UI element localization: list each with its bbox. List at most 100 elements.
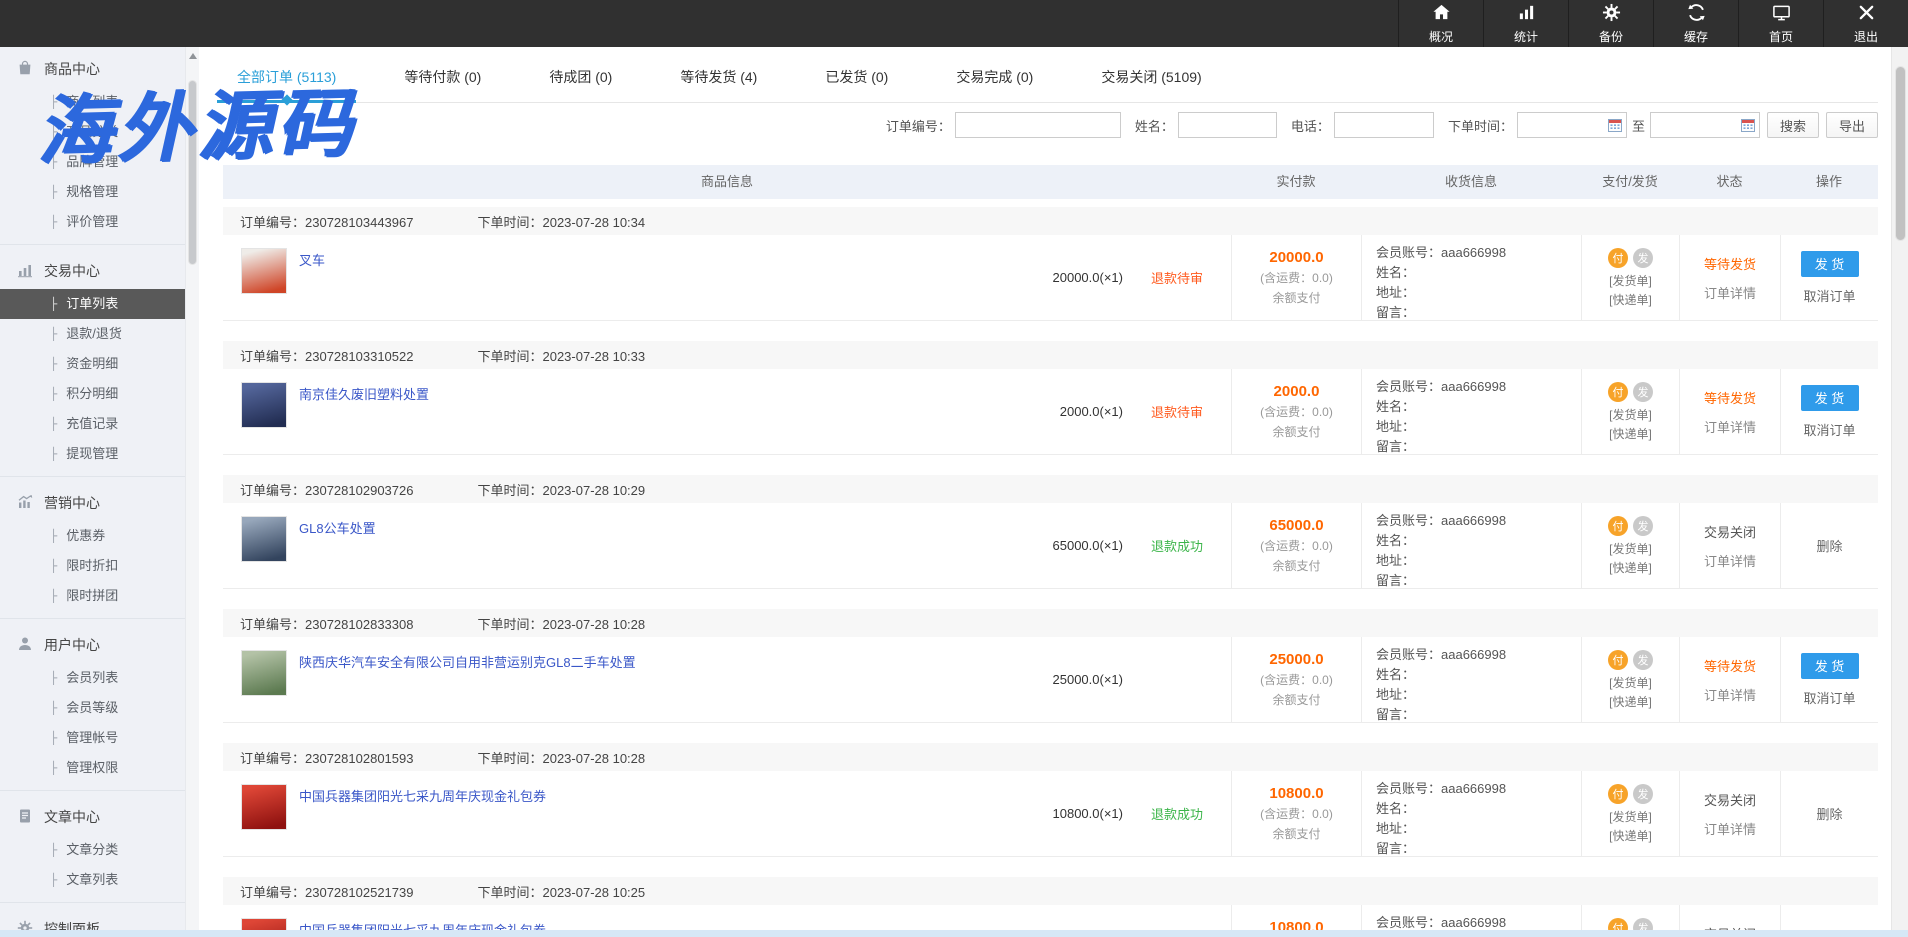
sidebar-scrollbar-thumb[interactable] xyxy=(188,80,197,265)
order-detail-link[interactable]: 订单详情 xyxy=(1704,551,1756,570)
tab-awaiting-payment[interactable]: 等待付款 (0) xyxy=(392,67,493,102)
express-link[interactable]: [快递单] xyxy=(1609,425,1652,442)
topbar-item-logout[interactable]: 退出 xyxy=(1823,0,1908,47)
order-detail-link[interactable]: 订单详情 xyxy=(1704,685,1756,704)
delete-order-link[interactable]: 删除 xyxy=(1816,536,1842,555)
sidebar-item-refund[interactable]: 退款/退货 xyxy=(0,319,185,349)
pay-method: 余额支付 xyxy=(1272,557,1320,574)
tab-shipped[interactable]: 已发货 (0) xyxy=(813,67,900,102)
tab-closed[interactable]: 交易关闭 (5109) xyxy=(1089,67,1213,102)
product-thumbnail[interactable] xyxy=(241,516,287,562)
sidebar-item-coupon[interactable]: 优惠券 xyxy=(0,521,185,551)
topbar-item-homepage[interactable]: 首页 xyxy=(1738,0,1823,47)
topbar-item-overview[interactable]: 概况 xyxy=(1398,0,1483,47)
topbar-item-label: 统计 xyxy=(1514,28,1538,45)
cancel-order-link[interactable]: 取消订单 xyxy=(1803,286,1855,305)
sidebar-item-admin-account[interactable]: 管理帐号 xyxy=(0,723,185,753)
marketing-icon xyxy=(17,494,44,513)
sidebar-item-article-category[interactable]: 文章分类 xyxy=(0,835,185,865)
sidebar-item-order-list[interactable]: 订单列表 xyxy=(0,289,185,319)
sidebar-item-product-list[interactable]: 商品列表 xyxy=(0,87,185,117)
paid-badge: 付 xyxy=(1608,382,1628,402)
order-no: 230728103310522 xyxy=(305,349,413,364)
sidebar-section-articles[interactable]: 文章中心 xyxy=(0,799,185,835)
horizontal-scrollbar[interactable] xyxy=(0,930,1908,937)
product-thumbnail[interactable] xyxy=(241,382,287,428)
topbar-item-backup[interactable]: 备份 xyxy=(1568,0,1653,47)
product-link[interactable]: 叉车 xyxy=(299,250,325,269)
sidebar: 商品中心 商品列表 商品分类 品牌管理 规格管理 评价管理 交易中心 订单列表 … xyxy=(0,47,185,937)
sidebar-item-brand[interactable]: 品牌管理 xyxy=(0,147,185,177)
sidebar-item-member-level[interactable]: 会员等级 xyxy=(0,693,185,723)
express-link[interactable]: [快递单] xyxy=(1609,559,1652,576)
ship-button[interactable]: 发 货 xyxy=(1801,251,1859,277)
sidebar-item-group-buy[interactable]: 限时拼团 xyxy=(0,581,185,611)
scroll-up-arrow[interactable] xyxy=(189,53,197,59)
ship-button[interactable]: 发 货 xyxy=(1801,653,1859,679)
product-link[interactable]: 中国兵器集团阳光七采九周年庆现金礼包券 xyxy=(299,786,546,805)
refresh-icon xyxy=(1687,3,1706,25)
page-scrollbar-thumb[interactable] xyxy=(1895,66,1906,241)
sidebar-item-member-list[interactable]: 会员列表 xyxy=(0,663,185,693)
invoice-link[interactable]: [发货单] xyxy=(1609,808,1652,825)
topbar-item-stats[interactable]: 统计 xyxy=(1483,0,1568,47)
sidebar-scrollbar[interactable] xyxy=(185,47,199,937)
tab-completed[interactable]: 交易完成 (0) xyxy=(944,67,1045,102)
member-account: aaa666998 xyxy=(1441,379,1506,394)
sidebar-item-review[interactable]: 评价管理 xyxy=(0,207,185,237)
bag-icon xyxy=(17,60,44,79)
sidebar-section-products[interactable]: 商品中心 xyxy=(0,51,185,87)
sidebar-item-flash-discount[interactable]: 限时折扣 xyxy=(0,551,185,581)
sidebar-item-fund-detail[interactable]: 资金明细 xyxy=(0,349,185,379)
invoice-link[interactable]: [发货单] xyxy=(1609,406,1652,423)
sidebar-item-product-category[interactable]: 商品分类 xyxy=(0,117,185,147)
order-block: 订单编号：230728102833308 下单时间：2023-07-28 10:… xyxy=(223,609,1878,723)
product-link[interactable]: 南京佳久废旧塑料处置 xyxy=(299,384,429,403)
sidebar-item-recharge[interactable]: 充值记录 xyxy=(0,409,185,439)
order-no-input[interactable] xyxy=(955,112,1121,138)
sidebar-item-admin-permission[interactable]: 管理权限 xyxy=(0,753,185,783)
topbar-item-cache[interactable]: 缓存 xyxy=(1653,0,1738,47)
cancel-order-link[interactable]: 取消订单 xyxy=(1803,420,1855,439)
product-link[interactable]: 陕西庆华汽车安全有限公司自用非营运别克GL8二手车处置 xyxy=(299,652,636,671)
tab-awaiting-shipment[interactable]: 等待发货 (4) xyxy=(668,67,769,102)
sidebar-item-spec[interactable]: 规格管理 xyxy=(0,177,185,207)
invoice-link[interactable]: [发货单] xyxy=(1609,674,1652,691)
export-button[interactable]: 导出 xyxy=(1826,112,1878,138)
page-scrollbar[interactable] xyxy=(1891,47,1908,930)
tab-all-orders[interactable]: 全部订单 (5113) xyxy=(225,67,348,102)
product-link[interactable]: GL8公车处置 xyxy=(299,518,376,537)
sidebar-section-marketing[interactable]: 营销中心 xyxy=(0,485,185,521)
express-link[interactable]: [快递单] xyxy=(1609,827,1652,844)
order-detail-link[interactable]: 订单详情 xyxy=(1704,417,1756,436)
order-status-tabs: 全部订单 (5113) 等待付款 (0) 待成团 (0) 等待发货 (4) 已发… xyxy=(223,47,1878,103)
search-button[interactable]: 搜索 xyxy=(1767,112,1819,138)
product-thumbnail[interactable] xyxy=(241,784,287,830)
sidebar-item-article-list[interactable]: 文章列表 xyxy=(0,865,185,895)
invoice-link[interactable]: [发货单] xyxy=(1609,272,1652,289)
order-status: 等待发货 xyxy=(1704,656,1756,675)
freight-note: (含运费：0.0) xyxy=(1260,403,1333,420)
product-thumbnail[interactable] xyxy=(241,248,287,294)
ship-button[interactable]: 发 货 xyxy=(1801,385,1859,411)
ship-badge: 发 xyxy=(1633,784,1653,804)
name-input[interactable] xyxy=(1178,112,1277,138)
order-detail-link[interactable]: 订单详情 xyxy=(1704,819,1756,838)
phone-input[interactable] xyxy=(1334,112,1434,138)
paid-badge: 付 xyxy=(1608,784,1628,804)
express-link[interactable]: [快递单] xyxy=(1609,693,1652,710)
product-thumbnail[interactable] xyxy=(241,650,287,696)
freight-note: (含运费：0.0) xyxy=(1260,537,1333,554)
sidebar-section-users[interactable]: 用户中心 xyxy=(0,627,185,663)
order-detail-link[interactable]: 订单详情 xyxy=(1704,283,1756,302)
tab-pending-group[interactable]: 待成团 (0) xyxy=(537,67,624,102)
date-range-to-label: 至 xyxy=(1632,116,1645,135)
sidebar-section-trade[interactable]: 交易中心 xyxy=(0,253,185,289)
express-link[interactable]: [快递单] xyxy=(1609,291,1652,308)
topbar-item-label: 缓存 xyxy=(1684,28,1708,45)
cancel-order-link[interactable]: 取消订单 xyxy=(1803,688,1855,707)
delete-order-link[interactable]: 删除 xyxy=(1816,804,1842,823)
invoice-link[interactable]: [发货单] xyxy=(1609,540,1652,557)
sidebar-item-withdraw[interactable]: 提现管理 xyxy=(0,439,185,469)
sidebar-item-points-detail[interactable]: 积分明细 xyxy=(0,379,185,409)
